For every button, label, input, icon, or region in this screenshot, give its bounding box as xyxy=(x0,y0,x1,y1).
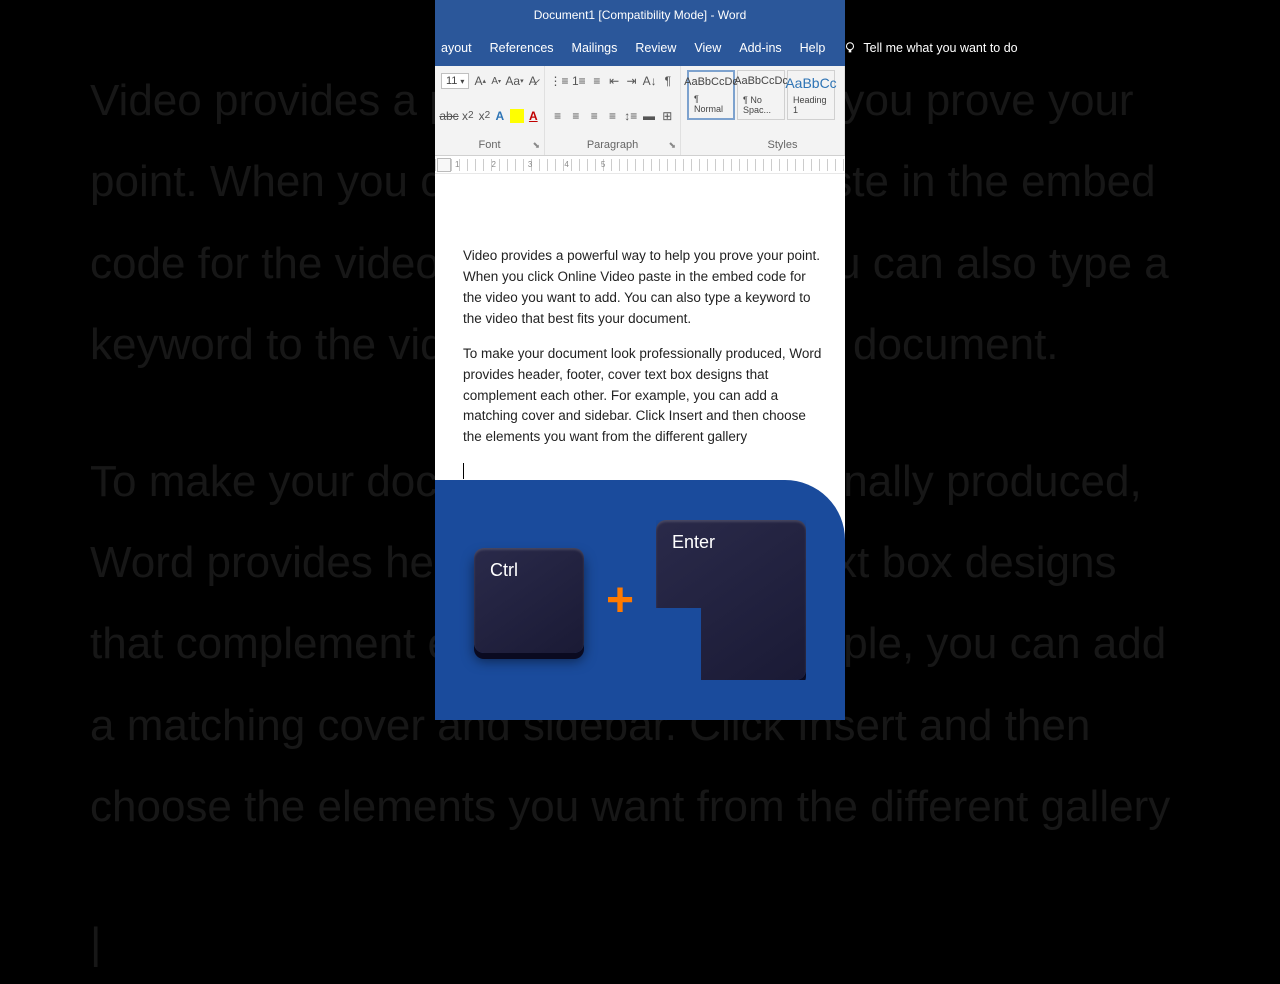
tab-layout[interactable]: ayout xyxy=(439,37,474,59)
tab-mailings[interactable]: Mailings xyxy=(570,37,620,59)
ribbon: 11 ▾ A▴ A▾ Aa▾ A̷ abc x2 x2 A A Font⬊ xyxy=(435,66,845,156)
styles-group-label: Styles xyxy=(687,139,838,153)
text-effects-icon[interactable]: A xyxy=(495,108,504,124)
decrease-indent-icon[interactable]: ⇤ xyxy=(608,73,620,89)
align-left-icon[interactable]: ≡ xyxy=(551,108,564,124)
style-no-spacing[interactable]: AaBbCcDc ¶ No Spac... xyxy=(737,70,785,120)
style-name: Heading 1 xyxy=(793,95,829,115)
tab-help[interactable]: Help xyxy=(798,37,828,59)
justify-icon[interactable]: ≡ xyxy=(606,108,619,124)
change-case-icon[interactable]: Aa▾ xyxy=(506,73,522,89)
tell-me-search[interactable]: Tell me what you want to do xyxy=(841,37,1019,59)
enter-key-icon: Enter xyxy=(656,520,806,680)
align-right-icon[interactable]: ≡ xyxy=(588,108,601,124)
tab-addins[interactable]: Add-ins xyxy=(737,37,783,59)
tab-selector-icon[interactable] xyxy=(437,158,451,172)
bullets-icon[interactable]: ⋮≡ xyxy=(551,73,567,89)
ribbon-tabs: ayout References Mailings Review View Ad… xyxy=(435,30,845,66)
shading-icon[interactable]: ▬ xyxy=(642,108,655,124)
shrink-font-icon[interactable]: A▾ xyxy=(491,73,502,89)
font-color-icon[interactable]: A xyxy=(529,108,538,124)
style-name: ¶ No Spac... xyxy=(743,95,779,115)
tell-me-label: Tell me what you want to do xyxy=(863,41,1017,55)
font-group: 11 ▾ A▴ A▾ Aa▾ A̷ abc x2 x2 A A Font⬊ xyxy=(435,66,545,155)
horizontal-ruler[interactable]: 12345 xyxy=(435,156,845,174)
grow-font-icon[interactable]: A▴ xyxy=(474,73,486,89)
highlight-icon[interactable] xyxy=(510,108,524,124)
enter-key-label: Enter xyxy=(672,532,715,553)
paragraph-group: ⋮≡ 1≡ ≡ ⇤ ⇥ A↓ ¶ ≡ ≡ ≡ ≡ ↕≡ ▬ ⊞ Paragrap… xyxy=(545,66,681,155)
font-dialog-launcher-icon[interactable]: ⬊ xyxy=(532,140,540,151)
paragraph-dialog-launcher-icon[interactable]: ⬊ xyxy=(668,140,676,151)
line-spacing-icon[interactable]: ↕≡ xyxy=(624,108,637,124)
style-heading-1[interactable]: AaBbCc Heading 1 xyxy=(787,70,835,120)
doc-paragraph-1: Video provides a powerful way to help yo… xyxy=(463,246,827,330)
text-cursor xyxy=(463,463,464,479)
tab-view[interactable]: View xyxy=(692,37,723,59)
font-size-selector[interactable]: 11 ▾ xyxy=(441,73,469,89)
document-title: Document1 [Compatibility Mode] - Word xyxy=(534,8,747,22)
plus-icon: + xyxy=(606,573,634,628)
title-bar: Document1 [Compatibility Mode] - Word xyxy=(435,0,845,30)
style-sample-text: AaBbCc xyxy=(785,75,836,91)
font-size-value: 11 xyxy=(446,75,457,87)
clear-formatting-icon[interactable]: A̷ xyxy=(527,73,538,89)
doc-paragraph-2: To make your document look professionall… xyxy=(463,344,827,449)
style-sample-text: AaBbCcDc xyxy=(684,76,738,88)
superscript-icon[interactable]: x2 xyxy=(479,108,491,124)
chevron-down-icon: ▾ xyxy=(460,77,464,86)
strikethrough-icon[interactable]: abc xyxy=(441,108,457,124)
bg-cursor: | xyxy=(90,903,1190,984)
multilevel-list-icon[interactable]: ≡ xyxy=(591,73,603,89)
tab-review[interactable]: Review xyxy=(633,37,678,59)
show-paragraph-marks-icon[interactable]: ¶ xyxy=(662,73,674,89)
sort-icon[interactable]: A↓ xyxy=(643,73,657,89)
numbering-icon[interactable]: 1≡ xyxy=(572,73,586,89)
keyboard-shortcut-card: Ctrl + Enter xyxy=(435,480,845,720)
subscript-icon[interactable]: x2 xyxy=(462,108,474,124)
borders-icon[interactable]: ⊞ xyxy=(661,108,674,124)
paragraph-group-label: Paragraph⬊ xyxy=(551,139,674,153)
ctrl-key-icon: Ctrl xyxy=(474,548,584,653)
align-center-icon[interactable]: ≡ xyxy=(569,108,582,124)
styles-group: AaBbCcDc ¶ Normal AaBbCcDc ¶ No Spac... … xyxy=(681,66,845,155)
style-normal[interactable]: AaBbCcDc ¶ Normal xyxy=(687,70,735,120)
tab-references[interactable]: References xyxy=(488,37,556,59)
font-group-label: Font⬊ xyxy=(441,139,538,153)
style-name: ¶ Normal xyxy=(694,94,728,114)
increase-indent-icon[interactable]: ⇥ xyxy=(625,73,637,89)
style-sample-text: AaBbCcDc xyxy=(734,75,788,87)
lightbulb-icon xyxy=(843,41,857,55)
ctrl-key-label: Ctrl xyxy=(490,560,518,581)
